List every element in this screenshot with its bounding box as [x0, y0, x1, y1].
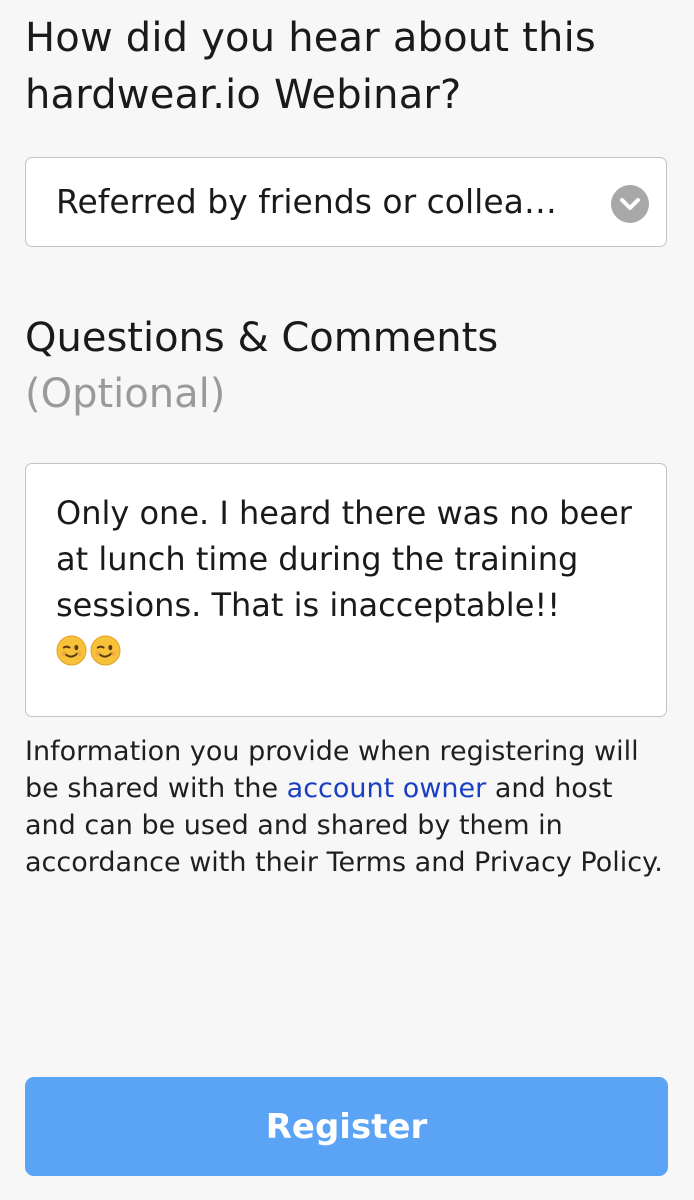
comments-textarea[interactable]: Only one. I heard there was no beer at l…: [25, 463, 667, 717]
comments-optional-label: (Optional): [25, 371, 226, 417]
referral-source-select[interactable]: Referred by friends or collea…: [25, 157, 667, 247]
chevron-down-icon: [611, 185, 649, 223]
account-owner-link[interactable]: account owner: [287, 773, 487, 804]
referral-question-label: How did you hear about this hardwear.io …: [25, 15, 596, 118]
comments-textarea-value: Only one. I heard there was no beer at l…: [56, 494, 643, 624]
comments-heading: Questions & Comments: [25, 315, 499, 361]
privacy-disclaimer: Information you provide when registering…: [25, 733, 665, 881]
register-button[interactable]: Register: [25, 1077, 668, 1176]
referral-source-selected-value: Referred by friends or collea…: [56, 182, 557, 221]
winking-face-emoji: [56, 632, 90, 670]
winking-face-emoji: [90, 632, 124, 670]
